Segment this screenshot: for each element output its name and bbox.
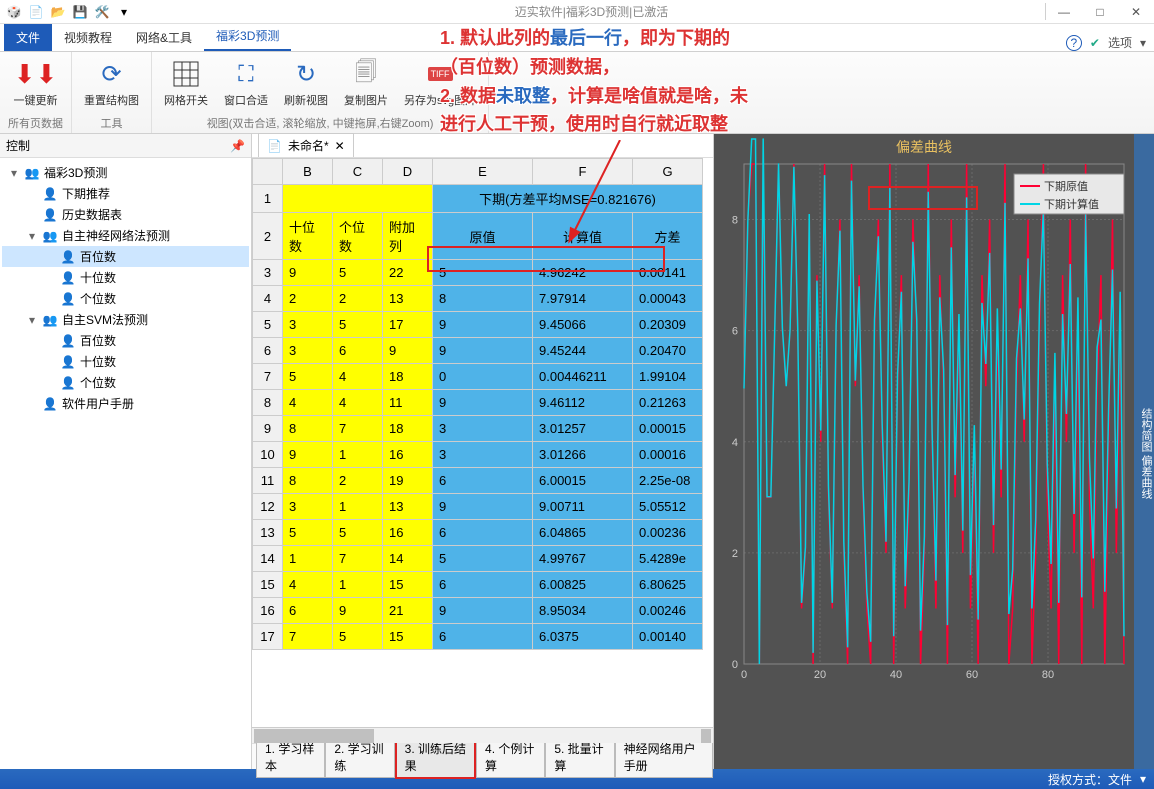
right-tabs[interactable]: 结构简图 偏差曲线 <box>1134 134 1154 769</box>
status-dropdown-icon[interactable]: ▾ <box>1140 772 1146 786</box>
tree-node[interactable]: 👤十位数 <box>2 351 249 372</box>
ribbon-tabs: 文件 视频教程 网络&工具 福彩3D预测 ? ✔ 选项 ▾ <box>0 24 1154 52</box>
panel-title: 控制 <box>6 137 30 154</box>
svg-text:80: 80 <box>1042 669 1054 681</box>
control-panel: 控制📌 ▾👥福彩3D预测👤下期推荐👤历史数据表▾👥自主神经网络法预测👤百位数👤十… <box>0 134 252 769</box>
people-icon: 👥 <box>42 228 58 244</box>
save-svg-button[interactable]: TIFF另存为svg图片 <box>400 56 480 110</box>
person-icon: 👤 <box>42 396 58 412</box>
doc-close-icon[interactable]: ✕ <box>335 139 345 153</box>
svg-text:6: 6 <box>732 326 738 338</box>
tree-node[interactable]: 👤百位数 <box>2 246 249 267</box>
tree-node[interactable]: 👤历史数据表 <box>2 204 249 225</box>
tree-label: 百位数 <box>80 248 116 265</box>
maximize-button[interactable]: □ <box>1082 0 1118 24</box>
svg-text:8: 8 <box>732 215 738 227</box>
nav-tree: ▾👥福彩3D预测👤下期推荐👤历史数据表▾👥自主神经网络法预测👤百位数👤十位数👤个… <box>0 158 251 769</box>
svg-text:偏差曲线: 偏差曲线 <box>896 139 952 155</box>
svg-text:下期计算值: 下期计算值 <box>1044 197 1099 211</box>
chart-panel: 偏差曲线02468020406080下期原值下期计算值 结构简图 偏差曲线 <box>714 134 1154 769</box>
person-icon: 👤 <box>42 207 58 223</box>
svg-text:0: 0 <box>732 659 738 671</box>
svg-text:60: 60 <box>966 669 978 681</box>
person-icon: 👤 <box>60 375 76 391</box>
tools-icon[interactable]: 🛠️ <box>94 4 110 20</box>
person-icon: 👤 <box>60 291 76 307</box>
doc-tab[interactable]: 📄未命名*✕ <box>258 133 354 157</box>
svg-text:4: 4 <box>732 437 738 449</box>
doc-tabs: 📄未命名*✕ <box>252 134 713 158</box>
refresh-view-button[interactable]: ↻刷新视图 <box>280 56 332 110</box>
svg-text:2: 2 <box>732 548 738 560</box>
grid-toggle-button[interactable]: 网格开关 <box>160 56 212 110</box>
tree-label: 十位数 <box>80 353 116 370</box>
panel-pin-icon[interactable]: 📌 <box>230 139 245 153</box>
new-icon[interactable]: 📄 <box>28 4 44 20</box>
close-button[interactable]: ✕ <box>1118 0 1154 24</box>
license-label: 授权方式：文件 <box>1048 771 1132 788</box>
tree-label: 下期推荐 <box>62 185 110 202</box>
window-title: 迈实软件|福彩3D预测|已激活 <box>138 3 1046 20</box>
tree-node[interactable]: 👤个位数 <box>2 372 249 393</box>
tree-label: 自主神经网络法预测 <box>62 227 170 244</box>
spreadsheet[interactable]: BCDEFG1下期(方差平均MSE=0.821676)2十位数个位数附加列原值计… <box>252 158 713 727</box>
tree-label: 自主SVM法预测 <box>62 311 148 328</box>
app-icon: 🎲 <box>6 4 22 20</box>
qat-dropdown-icon[interactable]: ▾ <box>116 4 132 20</box>
update-button[interactable]: ⬇⬇一键更新 <box>10 56 62 110</box>
person-icon: 👤 <box>42 186 58 202</box>
tree-label: 十位数 <box>80 269 116 286</box>
tree-node[interactable]: ▾👥自主神经网络法预测 <box>2 225 249 246</box>
tree-node[interactable]: 👤下期推荐 <box>2 183 249 204</box>
person-icon: 👤 <box>60 249 76 265</box>
tab-network[interactable]: 网络&工具 <box>124 24 204 51</box>
person-icon: 👤 <box>60 354 76 370</box>
reset-struct-button[interactable]: ⟳重置结构图 <box>80 56 143 110</box>
tree-node[interactable]: 👤十位数 <box>2 267 249 288</box>
minimize-button[interactable]: ― <box>1046 0 1082 24</box>
tree-node[interactable]: 👤百位数 <box>2 330 249 351</box>
tree-node[interactable]: ▾👥自主SVM法预测 <box>2 309 249 330</box>
save-icon[interactable]: 💾 <box>72 4 88 20</box>
doc-icon: 📄 <box>267 139 282 153</box>
tree-label: 百位数 <box>80 332 116 349</box>
ribbon-body: ⬇⬇一键更新 所有页数据 ⟳重置结构图 工具 网格开关 ⛶窗口合适 ↻刷新视图 … <box>0 52 1154 134</box>
tree-label: 历史数据表 <box>62 206 122 223</box>
h-scrollbar[interactable] <box>252 727 713 743</box>
tab-fucai3d[interactable]: 福彩3D预测 <box>204 22 291 51</box>
tree-label: 福彩3D预测 <box>44 164 107 181</box>
person-icon: 👤 <box>60 333 76 349</box>
options-label[interactable]: 选项 <box>1108 34 1132 51</box>
people-icon: 👥 <box>42 312 58 328</box>
fit-window-button[interactable]: ⛶窗口合适 <box>220 56 272 110</box>
tree-label: 个位数 <box>80 374 116 391</box>
titlebar: 🎲 📄 📂 💾 🛠️ ▾ 迈实软件|福彩3D预测|已激活 ― □ ✕ <box>0 0 1154 24</box>
tree-node[interactable]: 👤软件用户手册 <box>2 393 249 414</box>
check-icon[interactable]: ✔ <box>1090 36 1100 50</box>
help-icon[interactable]: ? <box>1066 35 1082 51</box>
tab-video[interactable]: 视频教程 <box>52 24 124 51</box>
svg-text:0: 0 <box>741 669 747 681</box>
open-icon[interactable]: 📂 <box>50 4 66 20</box>
tree-label: 个位数 <box>80 290 116 307</box>
svg-text:40: 40 <box>890 669 902 681</box>
tree-label: 软件用户手册 <box>62 395 134 412</box>
svg-text:下期原值: 下期原值 <box>1044 180 1088 193</box>
copy-image-button[interactable]: 🗐复制图片 <box>340 56 392 110</box>
deviation-chart: 偏差曲线02468020406080下期原值下期计算值 <box>714 134 1134 694</box>
svg-text:20: 20 <box>814 669 826 681</box>
person-icon: 👤 <box>60 270 76 286</box>
bottom-tabs: 1. 学习样本2. 学习训练3. 训练后结果4. 个例计算5. 批量计算神经网络… <box>252 743 713 769</box>
tree-node[interactable]: ▾👥福彩3D预测 <box>2 162 249 183</box>
tab-file[interactable]: 文件 <box>4 24 52 51</box>
people-icon: 👥 <box>24 165 40 181</box>
options-dropdown-icon[interactable]: ▾ <box>1140 36 1146 50</box>
tree-node[interactable]: 👤个位数 <box>2 288 249 309</box>
